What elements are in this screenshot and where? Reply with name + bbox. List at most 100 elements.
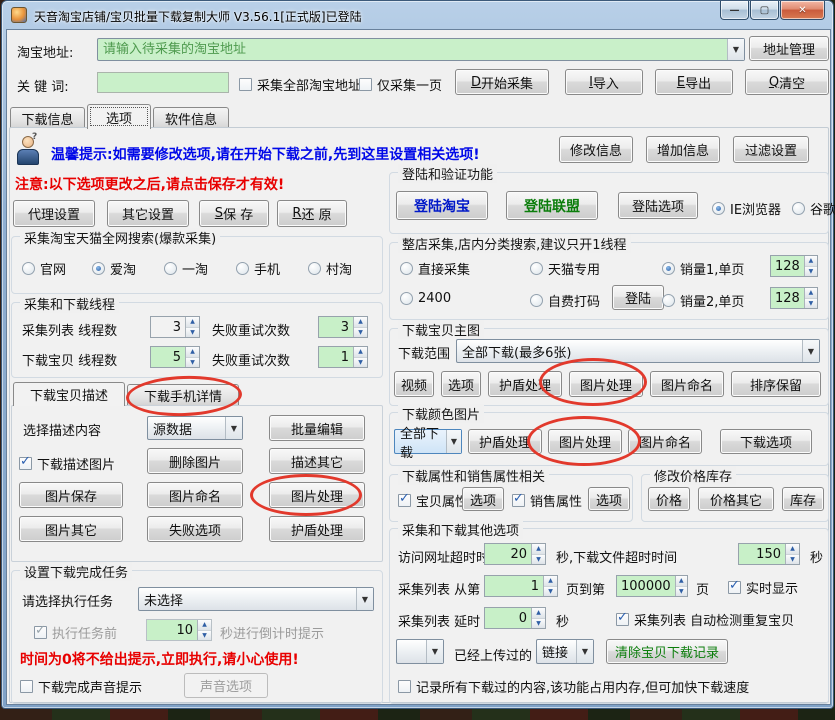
file-timeout-spinner[interactable]: 150 ▲▼ bbox=[738, 543, 800, 565]
radio-official[interactable]: 官网 bbox=[22, 259, 66, 278]
sales2-pagesize-spinner[interactable]: 128 ▲▼ bbox=[770, 287, 818, 309]
download-threads-spinner[interactable]: 5 ▲▼ bbox=[150, 346, 200, 368]
dup-detect-checkbox[interactable]: 采集列表 自动检测重复宝贝 bbox=[616, 610, 794, 629]
pic-other-button[interactable]: 图片其它 bbox=[19, 516, 123, 542]
checkbox-icon[interactable] bbox=[20, 680, 33, 693]
one-page-checkbox[interactable]: 仅采集一页 bbox=[359, 75, 442, 94]
collect-retry-spinner[interactable]: 3 ▲▼ bbox=[318, 316, 368, 338]
record-all-checkbox[interactable]: 记录所有下载过的内容,该功能占用内存,但可加快下载速度 bbox=[398, 677, 749, 696]
keyword-field[interactable] bbox=[97, 72, 229, 93]
save-button[interactable]: S保 存 bbox=[199, 200, 269, 227]
tab-options[interactable]: 选项 bbox=[87, 104, 151, 129]
download-retry-spinner[interactable]: 1 ▲▼ bbox=[318, 346, 368, 368]
chevron-down-icon[interactable]: ▼ bbox=[356, 588, 373, 610]
radio-icon[interactable] bbox=[22, 262, 35, 275]
radio-sales1[interactable]: 销量1,单页 bbox=[662, 259, 744, 278]
pic-process-button[interactable]: 图片处理 bbox=[269, 482, 365, 508]
import-button[interactable]: I导入 bbox=[565, 69, 643, 95]
desc-source-combo[interactable]: 源数据▼ bbox=[147, 416, 243, 440]
main-pic-process-button[interactable]: 图片处理 bbox=[569, 371, 643, 397]
radio-sales2[interactable]: 销量2,单页 bbox=[662, 291, 744, 310]
restore-button[interactable]: R还 原 bbox=[277, 200, 347, 227]
radio-2400[interactable]: 2400 bbox=[400, 291, 451, 306]
spinner-arrows-icon[interactable]: ▲▼ bbox=[804, 256, 817, 276]
radio-icon[interactable] bbox=[400, 262, 413, 275]
radio-icon[interactable] bbox=[530, 262, 543, 275]
color-pic-process-button[interactable]: 图片处理 bbox=[548, 429, 622, 454]
spinner-arrows-icon[interactable]: ▲▼ bbox=[185, 317, 199, 337]
url-timeout-spinner[interactable]: 20 ▲▼ bbox=[484, 543, 546, 565]
clear-download-record-button[interactable]: 清除宝贝下载记录 bbox=[606, 639, 728, 664]
login-taobao-button[interactable]: 登陆淘宝 bbox=[396, 191, 488, 220]
sale-attr-checkbox[interactable]: 销售属性 bbox=[512, 491, 582, 510]
checkbox-icon[interactable] bbox=[398, 680, 411, 693]
range-combo[interactable]: 全部下载(最多6张)▼ bbox=[456, 339, 820, 363]
color-download-options-button[interactable]: 下载选项 bbox=[720, 429, 812, 454]
link-combo[interactable]: 链接▼ bbox=[536, 639, 594, 664]
sale-attr-options-button[interactable]: 选项 bbox=[588, 487, 630, 511]
radio-ie-browser[interactable]: IE浏览器 bbox=[712, 199, 781, 218]
delay-spinner[interactable]: 0 ▲▼ bbox=[484, 607, 546, 629]
checkbox-icon[interactable] bbox=[239, 78, 252, 91]
spinner-arrows-icon[interactable]: ▲▼ bbox=[353, 347, 367, 367]
checkbox-icon[interactable] bbox=[359, 78, 372, 91]
collect-threads-spinner[interactable]: 3 ▲▼ bbox=[150, 316, 200, 338]
radio-icon[interactable] bbox=[662, 262, 675, 275]
main-shield-button[interactable]: 护盾处理 bbox=[488, 371, 562, 397]
address-manage-button[interactable]: 地址管理 bbox=[749, 36, 829, 61]
pic-name-button[interactable]: 图片命名 bbox=[147, 482, 243, 508]
realtime-display-checkbox[interactable]: 实时显示 bbox=[728, 578, 798, 597]
proxy-settings-button[interactable]: 代理设置 bbox=[13, 200, 95, 227]
checkbox-icon[interactable] bbox=[19, 457, 32, 470]
tab-phone-detail[interactable]: 下载手机详情 bbox=[127, 384, 239, 406]
sort-keep-button[interactable]: 排序保留 bbox=[731, 371, 821, 397]
other-settings-button[interactable]: 其它设置 bbox=[107, 200, 189, 227]
chevron-down-icon[interactable]: ▼ bbox=[446, 430, 461, 453]
checkbox-icon[interactable] bbox=[398, 494, 411, 507]
start-collect-button[interactable]: D开始采集 bbox=[455, 69, 549, 95]
shield-process-button[interactable]: 护盾处理 bbox=[269, 516, 365, 542]
spinner-arrows-icon[interactable]: ▲▼ bbox=[531, 608, 545, 628]
title-bar[interactable]: 天音淘宝店铺/宝贝批量下载复制大师 V3.56.1[正式版]已登陆 — ▢ ✕ bbox=[2, 1, 833, 29]
spinner-arrows-icon[interactable]: ▲▼ bbox=[675, 576, 687, 596]
radio-icon[interactable] bbox=[308, 262, 321, 275]
chevron-down-icon[interactable]: ▼ bbox=[225, 417, 242, 439]
chevron-down-icon[interactable]: ▼ bbox=[727, 39, 744, 60]
tab-item-description[interactable]: 下载宝贝描述 bbox=[13, 382, 125, 406]
radio-icon[interactable] bbox=[712, 202, 725, 215]
spinner-arrows-icon[interactable]: ▲▼ bbox=[785, 544, 799, 564]
login-options-button[interactable]: 登陆选项 bbox=[618, 192, 698, 219]
radio-google[interactable]: 谷歌 bbox=[792, 199, 835, 218]
radio-aitao[interactable]: 爱淘 bbox=[92, 259, 136, 278]
collect-all-checkbox[interactable]: 采集全部淘宝地址 bbox=[239, 75, 361, 94]
filter-settings-button[interactable]: 过滤设置 bbox=[733, 136, 809, 163]
checkbox-icon[interactable] bbox=[512, 494, 525, 507]
spinner-arrows-icon[interactable]: ▲▼ bbox=[353, 317, 367, 337]
checkbox-icon[interactable] bbox=[728, 581, 741, 594]
chevron-down-icon[interactable]: ▼ bbox=[576, 640, 593, 663]
batch-edit-button[interactable]: 批量编辑 bbox=[269, 415, 365, 441]
spinner-arrows-icon[interactable]: ▲▼ bbox=[185, 347, 199, 367]
spinner-arrows-icon[interactable]: ▲▼ bbox=[543, 576, 557, 596]
add-info-button[interactable]: 增加信息 bbox=[646, 136, 720, 163]
delete-pics-button[interactable]: 删除图片 bbox=[147, 448, 243, 474]
chevron-down-icon[interactable]: ▼ bbox=[802, 340, 819, 362]
radio-etao[interactable]: 一淘 bbox=[164, 259, 208, 278]
item-attr-checkbox[interactable]: 宝贝属性 bbox=[398, 491, 468, 510]
item-attr-options-button[interactable]: 选项 bbox=[462, 487, 504, 511]
checkbox-icon[interactable] bbox=[616, 613, 629, 626]
price-button[interactable]: 价格 bbox=[648, 487, 690, 511]
chevron-down-icon[interactable]: ▼ bbox=[426, 640, 443, 663]
price-other-button[interactable]: 价格其它 bbox=[698, 487, 774, 511]
task-combo[interactable]: 未选择▼ bbox=[138, 587, 374, 611]
page-from-spinner[interactable]: 1 ▲▼ bbox=[484, 575, 558, 597]
tab-download-info[interactable]: 下载信息 bbox=[10, 107, 85, 129]
spinner-arrows-icon[interactable]: ▲▼ bbox=[804, 288, 817, 308]
login-union-button[interactable]: 登陆联盟 bbox=[506, 191, 598, 220]
main-pic-name-button[interactable]: 图片命名 bbox=[650, 371, 724, 397]
main-options-button[interactable]: 选项 bbox=[441, 371, 481, 397]
pic-save-button[interactable]: 图片保存 bbox=[19, 482, 123, 508]
radio-icon[interactable] bbox=[400, 292, 413, 305]
color-shield-button[interactable]: 护盾处理 bbox=[468, 429, 542, 454]
radio-icon[interactable] bbox=[236, 262, 249, 275]
